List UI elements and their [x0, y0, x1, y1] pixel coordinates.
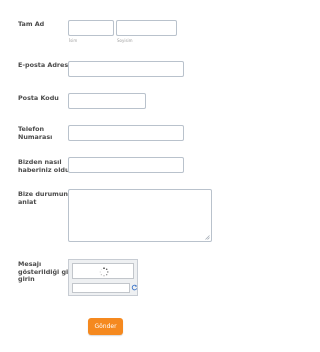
captcha-widget	[68, 259, 138, 296]
captcha-label: Mesajı gösterildiği gibi girin	[18, 260, 75, 284]
email-label: E-posta Adresi	[18, 61, 71, 69]
phone-input[interactable]	[68, 125, 184, 141]
phone-label-line2: Numarası	[18, 132, 53, 141]
postal-code-label: Posta Kodu	[18, 94, 59, 102]
referral-label-line2: haberiniz oldu?	[18, 165, 74, 174]
refresh-icon[interactable]	[131, 284, 138, 291]
phone-label: Telefon Numarası	[18, 125, 53, 141]
last-name-sublabel: Soyisim	[117, 38, 133, 43]
message-label-line2: anlat	[18, 197, 37, 206]
message-textarea[interactable]	[68, 189, 212, 242]
postal-code-input[interactable]	[68, 93, 146, 109]
referral-input[interactable]	[68, 157, 184, 173]
referral-label: Bizden nasıl haberiniz oldu?	[18, 158, 74, 174]
submit-button[interactable]: Gönder	[88, 318, 123, 335]
first-name-sublabel: İsim	[69, 38, 78, 43]
last-name-input[interactable]	[116, 20, 177, 36]
loading-spinner-icon	[99, 267, 109, 277]
message-label: Bize durumunu anlat	[18, 190, 72, 206]
full-name-label: Tam Ad	[18, 20, 45, 28]
resize-grip-icon[interactable]	[205, 235, 210, 240]
captcha-input[interactable]	[72, 283, 130, 293]
captcha-label-line3: girin	[18, 275, 35, 283]
first-name-input[interactable]	[68, 20, 114, 36]
captcha-image	[72, 263, 134, 279]
email-input[interactable]	[68, 61, 184, 77]
